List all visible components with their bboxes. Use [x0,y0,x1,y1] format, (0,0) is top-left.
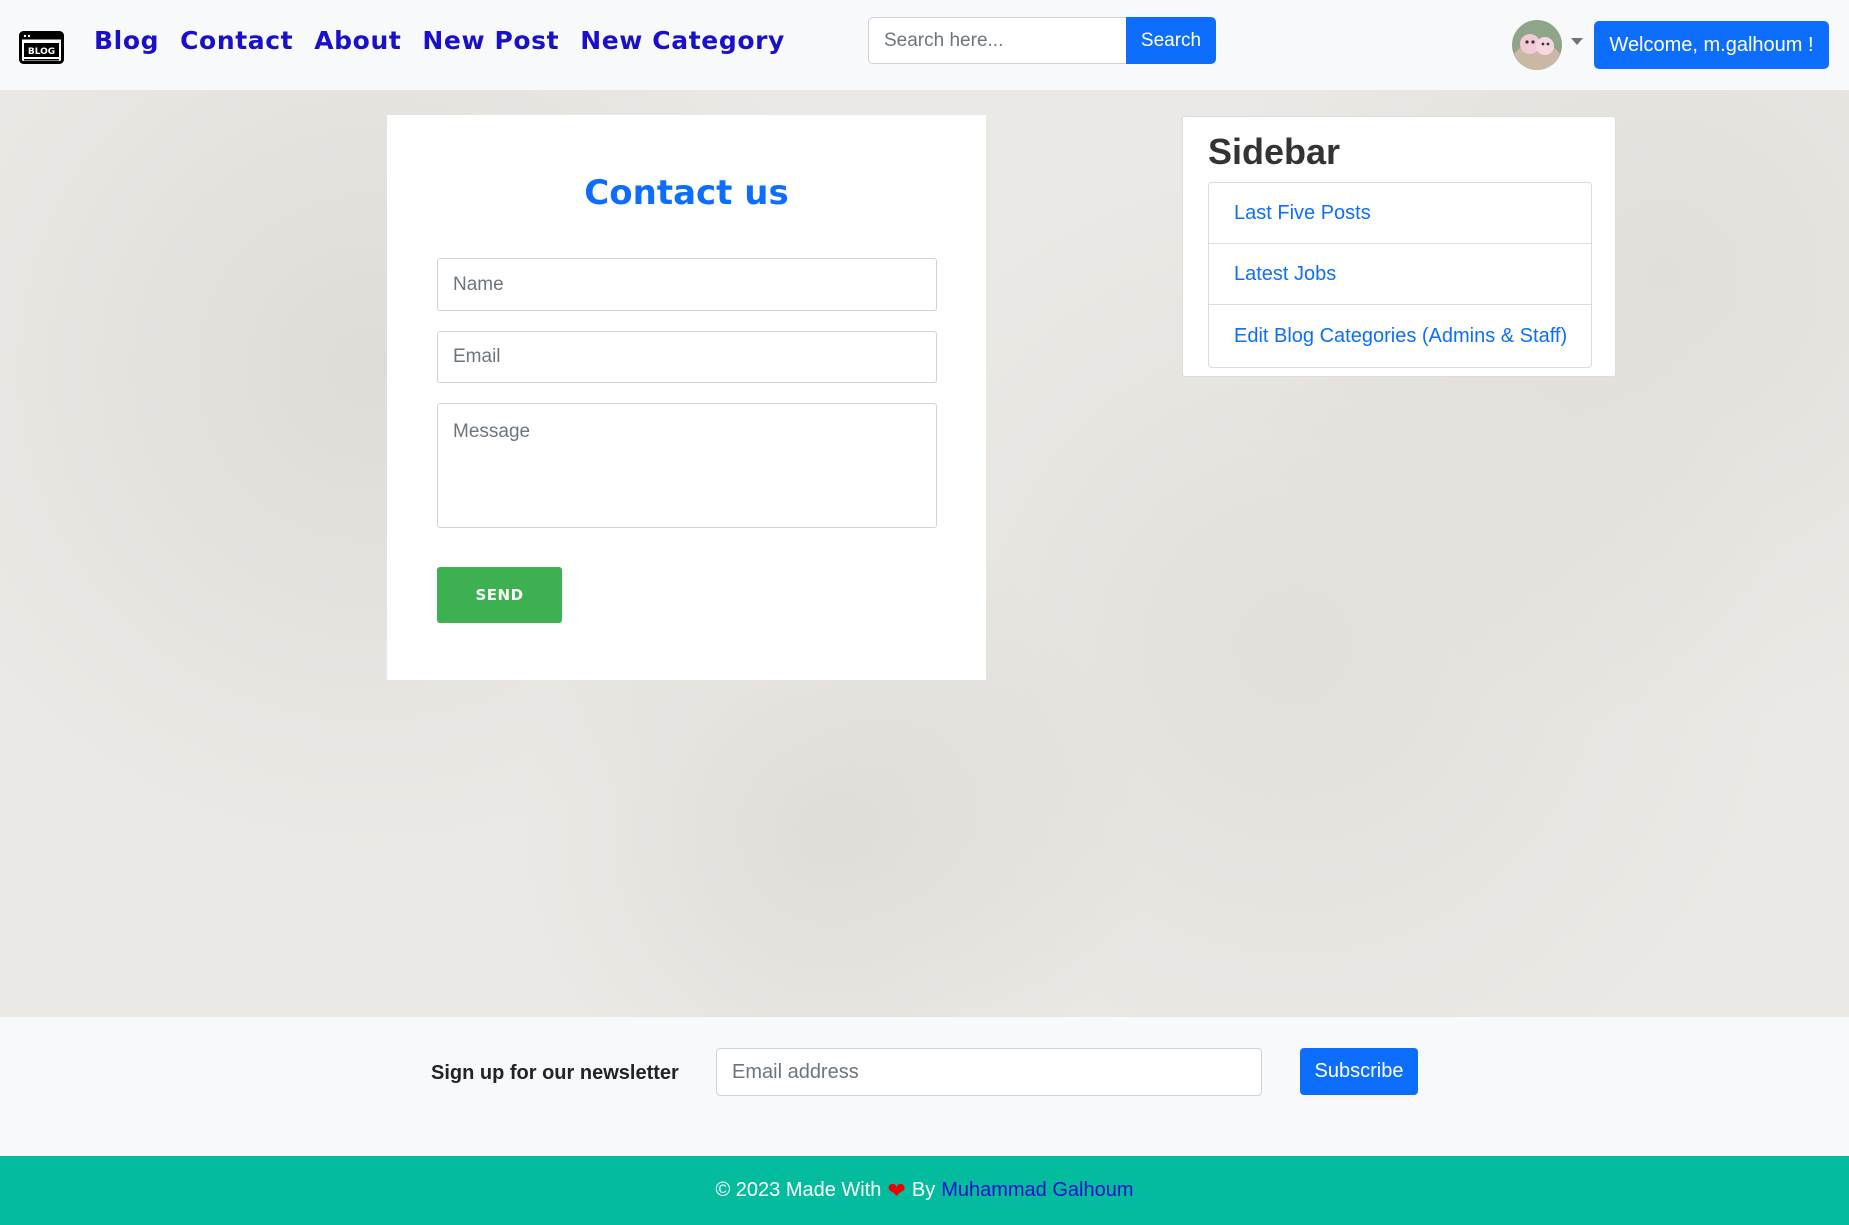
message-field[interactable] [437,403,937,528]
logo-text: BLOG [28,47,55,57]
nav-link-new-post[interactable]: New Post [422,26,559,55]
subscribe-button[interactable]: Subscribe [1300,1048,1418,1095]
nav-link-about[interactable]: About [314,26,401,55]
nav-link-new-category[interactable]: New Category [580,26,785,55]
search-form: Search [868,17,1216,64]
newsletter-label: Sign up for our newsletter [431,1062,679,1084]
footer: © 2023 Made With ❤ By Muhammad Galhoum [0,1156,1849,1225]
sidebar-title: Sidebar [1208,131,1341,172]
contact-title: Contact us [584,173,789,213]
footer-author-link[interactable]: Muhammad Galhoum [941,1179,1133,1202]
name-field[interactable] [437,258,937,311]
nav-link-contact[interactable]: Contact [180,26,293,55]
navbar: BLOG Blog Contact About New Post New Cat… [0,0,1849,90]
nav-links: Blog Contact About New Post New Category [94,26,806,55]
chevron-down-icon[interactable] [1571,38,1583,45]
footer-by: By [911,1179,936,1201]
sidebar-item-latest-jobs[interactable]: Latest Jobs [1209,244,1591,305]
sidebar: Sidebar Last Five Posts Latest Jobs Edit… [1182,116,1616,377]
blog-logo-icon[interactable]: BLOG [19,31,64,64]
search-input[interactable] [868,17,1126,64]
newsletter-email-input[interactable] [716,1048,1262,1096]
contact-form-card: Contact us SEND [387,115,986,680]
sidebar-item-edit-blog-categories[interactable]: Edit Blog Categories (Admins & Staff) [1209,305,1591,367]
search-button[interactable]: Search [1126,17,1216,64]
sidebar-list: Last Five Posts Latest Jobs Edit Blog Ca… [1208,182,1592,368]
email-field[interactable] [437,331,937,383]
footer-copyright: © 2023 Made With [715,1179,882,1201]
newsletter-section: Sign up for our newsletter Subscribe [0,1017,1849,1156]
heart-icon: ❤ [887,1177,906,1203]
send-button[interactable]: SEND [437,567,562,623]
user-avatar[interactable] [1512,20,1562,70]
welcome-user-button[interactable]: Welcome, m.galhoum ! [1594,21,1829,69]
sidebar-item-last-five-posts[interactable]: Last Five Posts [1209,183,1591,244]
nav-link-blog[interactable]: Blog [94,26,159,55]
